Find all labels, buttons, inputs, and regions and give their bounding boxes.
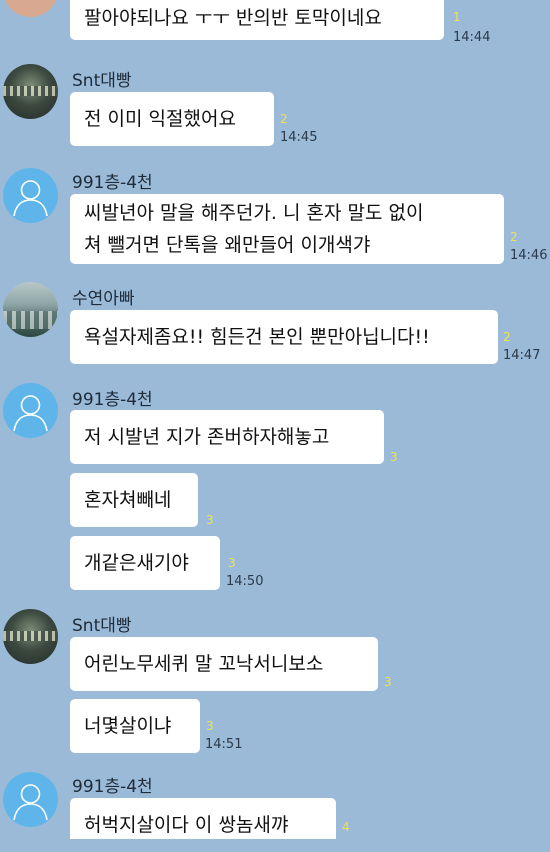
message-time: 14:46 xyxy=(510,248,548,263)
message-text: 혼자쳐빼네 xyxy=(84,489,172,511)
avatar[interactable] xyxy=(3,772,58,827)
message-text: 욕설자제좀요!! 힘든건 본인 뿐만아닙니다!! xyxy=(84,326,430,348)
message-time: 14:51 xyxy=(205,737,243,752)
message-time: 14:44 xyxy=(453,30,491,45)
avatar[interactable] xyxy=(3,282,58,337)
avatar[interactable] xyxy=(3,64,58,119)
avatar[interactable] xyxy=(3,168,58,223)
message-bubble[interactable]: 저 시발년 지가 존버하자해놓고 xyxy=(70,410,384,464)
unread-count: 1 xyxy=(453,10,461,24)
message-time: 14:45 xyxy=(280,130,318,145)
person-silhouette-icon xyxy=(13,180,48,217)
unread-count: 3 xyxy=(390,450,398,464)
message-text: 너몇살이냐 xyxy=(84,715,172,737)
person-silhouette-icon xyxy=(13,395,48,432)
unread-count: 2 xyxy=(503,330,511,344)
unread-count: 2 xyxy=(280,112,288,126)
message-text: 저 시발년 지가 존버하자해놓고 xyxy=(84,426,330,448)
message-bubble[interactable]: 씨발년아 말을 해주던가. 니 혼자 말도 없이 쳐 뺄거면 단톡을 왜만들어 … xyxy=(70,194,504,264)
message-time: 14:47 xyxy=(503,348,541,363)
message-bubble[interactable]: 허벅지살이다 이 쌍놈새꺄 xyxy=(70,798,336,839)
unread-count: 3 xyxy=(228,556,236,570)
message-bubble[interactable]: 팔아야되나요 ㅜㅜ 반의반 토막이네요 xyxy=(70,0,444,40)
sender-name: 991층-4천 xyxy=(72,777,153,797)
avatar[interactable] xyxy=(3,609,58,664)
unread-count: 2 xyxy=(510,230,518,244)
message-bubble[interactable]: 혼자쳐빼네 xyxy=(70,473,198,527)
sender-name: 991층-4천 xyxy=(72,390,153,410)
unread-count: 3 xyxy=(384,675,392,689)
unread-count: 3 xyxy=(206,719,214,733)
message-text: 팔아야되나요 ㅜㅜ 반의반 토막이네요 xyxy=(84,7,382,29)
message-text: 전 이미 익절했어요 xyxy=(84,108,236,130)
message-text: 어린노무세퀴 말 꼬낙서니보소 xyxy=(84,653,324,675)
sender-name: 991층-4천 xyxy=(72,173,153,193)
message-bubble[interactable]: 너몇살이냐 xyxy=(70,699,200,753)
unread-count: 3 xyxy=(206,513,214,527)
avatar[interactable] xyxy=(3,383,58,438)
message-bubble[interactable]: 욕설자제좀요!! 힘든건 본인 뿐만아닙니다!! xyxy=(70,310,498,364)
message-time: 14:50 xyxy=(226,574,264,589)
unread-count: 4 xyxy=(342,820,350,834)
sender-name: Snt대빵 xyxy=(72,616,132,636)
message-bubble[interactable]: 어린노무세퀴 말 꼬낙서니보소 xyxy=(70,637,378,691)
person-silhouette-icon xyxy=(13,784,48,821)
sender-name: Snt대빵 xyxy=(72,71,132,91)
message-text: 개같은새기야 xyxy=(84,552,189,574)
sender-name: 수연아빠 xyxy=(72,289,135,309)
message-text: 허벅지살이다 이 쌍놈새꺄 xyxy=(84,814,289,836)
message-text-line: 씨발년아 말을 해주던가. 니 혼자 말도 없이 xyxy=(84,202,424,224)
avatar[interactable] xyxy=(3,0,58,17)
message-bubble[interactable]: 전 이미 익절했어요 xyxy=(70,92,274,146)
message-text-line: 쳐 뺄거면 단톡을 왜만들어 이개색갸 xyxy=(84,234,371,256)
message-bubble[interactable]: 개같은새기야 xyxy=(70,536,220,590)
